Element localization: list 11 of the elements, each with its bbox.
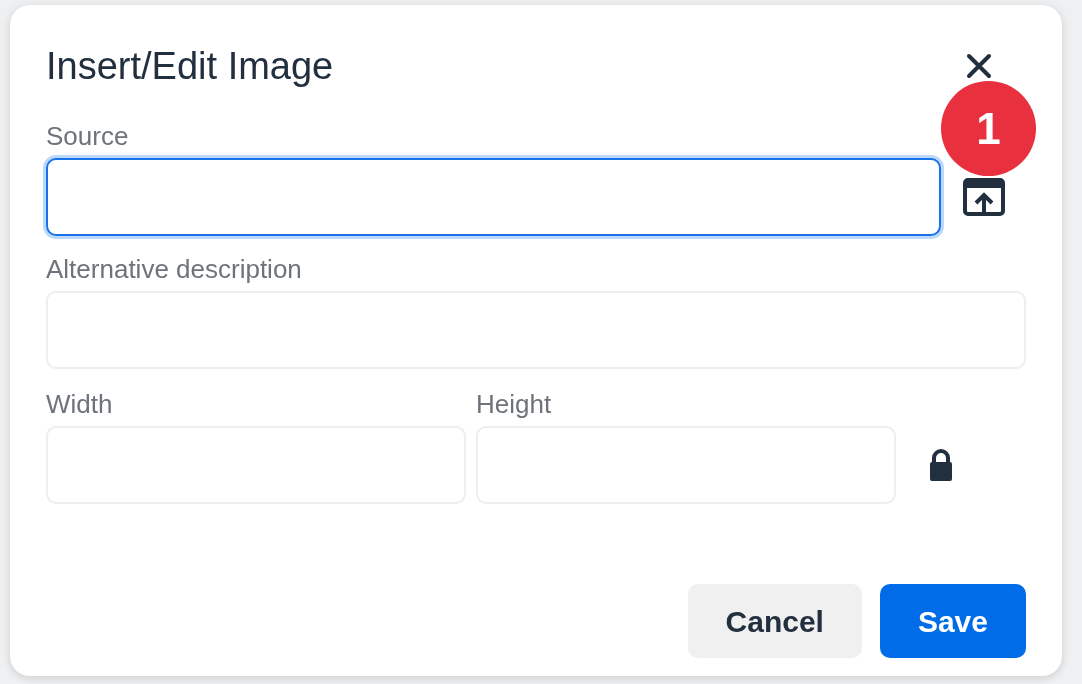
cancel-button[interactable]: Cancel (687, 584, 862, 658)
save-button[interactable]: Save (879, 584, 1026, 658)
close-icon[interactable] (966, 53, 992, 79)
field-label: Alternative description (46, 253, 302, 286)
field-label: Source (46, 120, 129, 153)
upload-icon[interactable] (962, 178, 1005, 216)
dialog-title: Insert/Edit Image (46, 43, 334, 89)
text-field[interactable] (46, 158, 941, 236)
field-label: Height (476, 388, 552, 421)
lock-icon[interactable] (929, 448, 953, 482)
field-label: Width (46, 388, 113, 421)
